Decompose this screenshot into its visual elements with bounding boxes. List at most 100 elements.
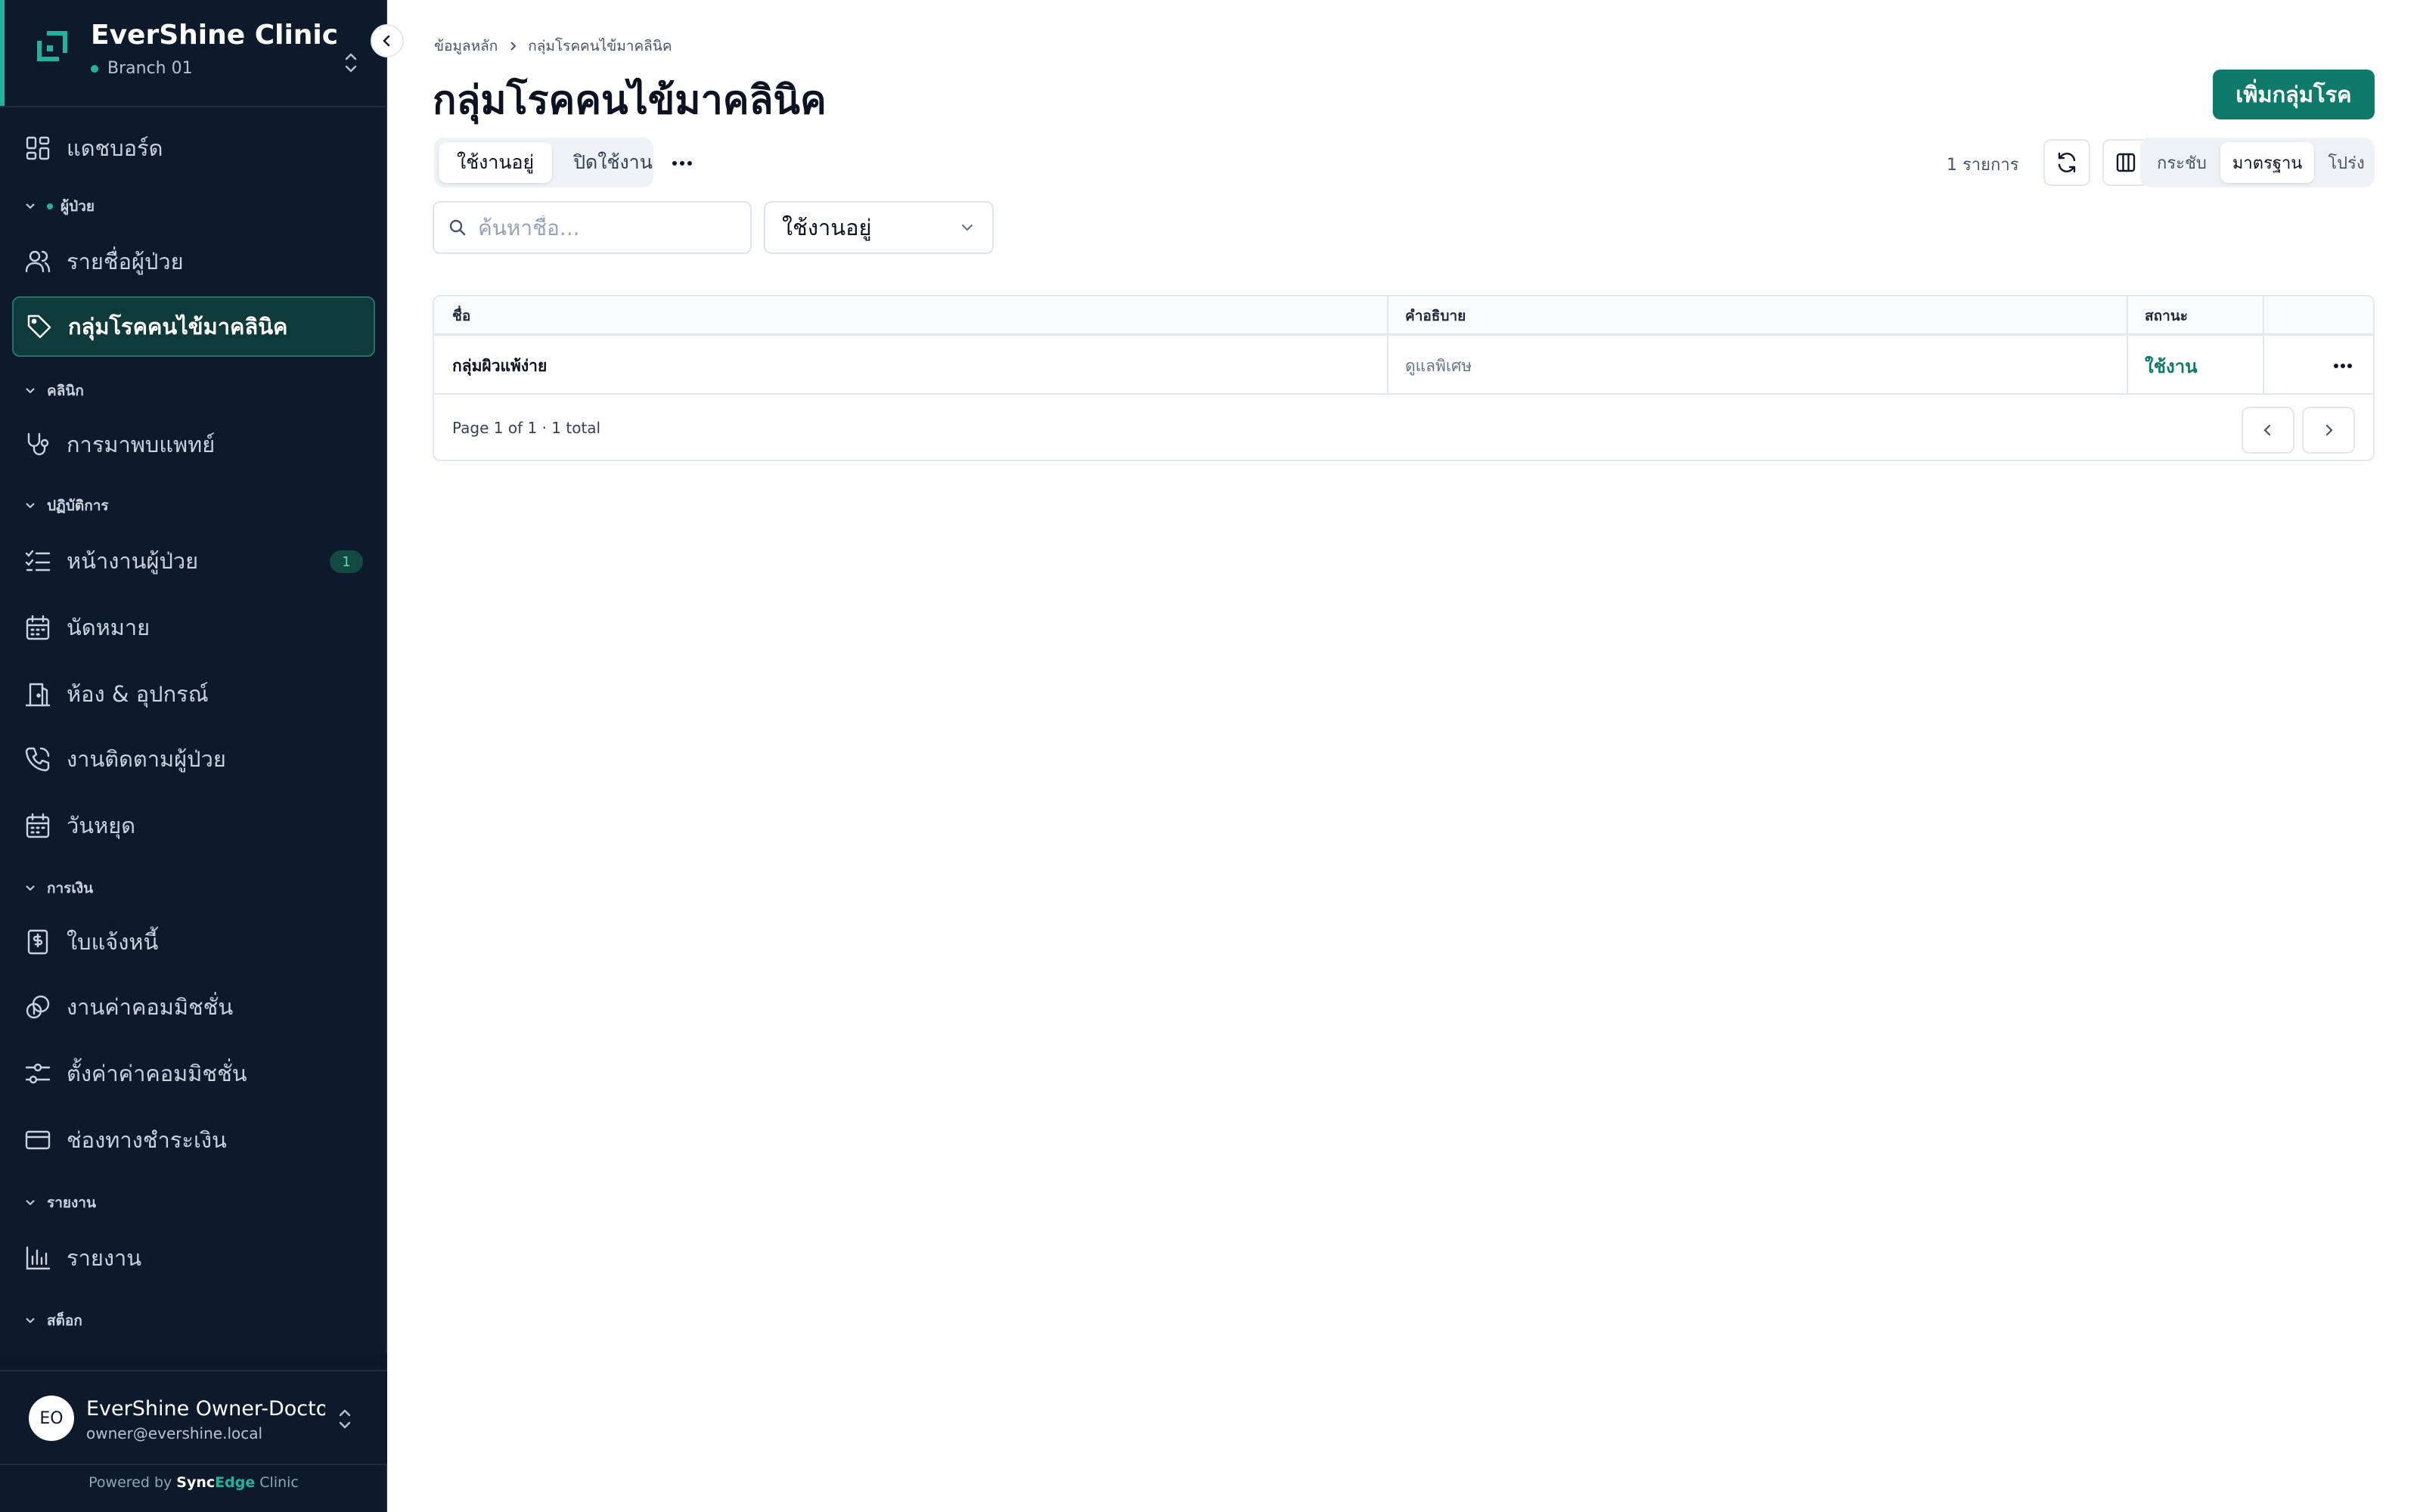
search-box [433, 201, 752, 254]
sidebar-item-dashboard[interactable]: แดชบอร์ด [12, 118, 375, 178]
search-input[interactable] [478, 215, 735, 240]
sidebar-item-label: งานติดตามผู้ป่วย [67, 746, 226, 772]
powered-by: Powered by SyncEdge Clinic [0, 1474, 387, 1491]
status-filter-select[interactable]: ใช้งานอยู่ [764, 201, 994, 254]
search-icon [449, 219, 466, 236]
section-label: ปฏิบัติการ [47, 497, 109, 514]
add-disease-group-button[interactable]: เพิ่มกลุ่มโรค [2213, 70, 2375, 119]
sidebar-item-visits[interactable]: การมาพบแพทย์ [12, 414, 375, 475]
page-info: Page 1 of 1 · 1 total [452, 419, 601, 437]
chevron-left-icon [383, 35, 390, 47]
prev-page-button[interactable] [2242, 407, 2294, 454]
status-tabs: ใช้งานอยู่ ปิดใช้งาน [434, 138, 653, 187]
row-actions-button[interactable] [2328, 354, 2358, 378]
sidebar-item-label: กลุ่มโรคคนไข้มาคลินิค [68, 314, 288, 339]
sidebar-item-patient-desk[interactable]: หน้างานผู้ป่วย 1 [12, 531, 375, 591]
dashboard-icon [26, 136, 50, 160]
section-reports[interactable]: รายงาน [24, 1191, 96, 1214]
chevrons-up-down-icon [339, 1409, 351, 1429]
sidebar-item-label: วันหยุด [67, 813, 136, 838]
section-label: คลินิก [47, 383, 84, 399]
phone-icon [25, 747, 50, 772]
section-label: ผู้ป่วย [60, 198, 95, 215]
branch-status-dot [91, 65, 98, 73]
sidebar-item-disease-groups[interactable]: กลุ่มโรคคนไข้มาคลินิค [12, 296, 375, 357]
sidebar-item-commission-settings[interactable]: ตั้งค่าค่าคอมมิชชั่น [12, 1043, 375, 1104]
ellipsis-icon [2334, 364, 2352, 368]
sidebar-item-invoices[interactable]: ใบแจ้งหนี้ [12, 912, 375, 972]
clinic-switcher[interactable]: EverShine Clinic Branch 01 [0, 0, 387, 107]
status-badge: ใช้งาน [2145, 355, 2198, 377]
column-header-description[interactable]: คำอธิบาย [1405, 296, 1466, 336]
density-standard[interactable]: มาตรฐาน [2220, 142, 2315, 183]
section-active-dot [47, 203, 53, 209]
chevron-right-icon [510, 42, 517, 51]
calendar-icon [26, 615, 50, 640]
ellipsis-icon [672, 161, 692, 166]
section-label: รายงาน [47, 1194, 96, 1211]
table-row[interactable]: กลุ่มผิวแพ้ง่าย ดูแลพิเศษ ใช้งาน [434, 337, 2373, 395]
sidebar-item-label: นัดหมาย [67, 615, 150, 640]
sidebar-item-holidays[interactable]: วันหยุด [12, 795, 375, 856]
chevron-down-icon [26, 885, 35, 891]
stethoscope-icon [27, 432, 49, 456]
sidebar-item-rooms[interactable]: ห้อง & อุปกรณ์ [12, 664, 375, 724]
page-title: กลุ่มโรคคนไข้มาคลินิค [433, 78, 827, 123]
chevron-down-icon [26, 1200, 35, 1206]
clinic-logo-icon [37, 31, 67, 61]
sidebar-item-followups[interactable]: งานติดตามผู้ป่วย [12, 729, 375, 789]
pagination: Page 1 of 1 · 1 total [434, 396, 2373, 460]
tab-active[interactable]: ใช้งานอยู่ [439, 142, 553, 183]
sidebar-item-payment-channels[interactable]: ช่องทางชำระเงิน [12, 1110, 375, 1170]
door-icon [25, 683, 51, 707]
calendar-icon [26, 813, 50, 838]
status-filter-value: ใช้งานอยู่ [782, 215, 872, 240]
users-icon [25, 250, 51, 273]
checklist-icon [25, 550, 51, 572]
user-email: owner@evershine.local [86, 1424, 263, 1442]
section-operations[interactable]: ปฏิบัติการ [24, 494, 109, 517]
chevron-down-icon [26, 203, 35, 209]
collapse-sidebar-button[interactable] [371, 24, 404, 57]
column-header-name[interactable]: ชื่อ [452, 296, 470, 336]
sidebar-item-label: แดชบอร์ด [67, 135, 163, 161]
tab-inactive[interactable]: ปิดใช้งาน [555, 142, 671, 183]
section-finance[interactable]: การเงิน [24, 877, 93, 900]
sidebar-item-label: ห้อง & อุปกรณ์ [67, 681, 209, 707]
density-comfortable[interactable]: โปร่ง [2316, 142, 2376, 183]
section-stock[interactable]: สต็อก [24, 1309, 82, 1332]
coins-icon [26, 995, 50, 1019]
sidebar-item-patients[interactable]: รายชื่อผู้ป่วย [12, 231, 375, 292]
breadcrumb-item-master-data[interactable]: ข้อมูลหลัก [434, 35, 498, 57]
clinic-name: EverShine Clinic [91, 20, 339, 51]
sidebar-item-label: ใบแจ้งหนี้ [67, 929, 159, 955]
powered-suffix: Clinic [259, 1474, 299, 1491]
sidebar-item-label: ตั้งค่าค่าคอมมิชชั่น [67, 1061, 247, 1086]
cell-name: กลุ่มผิวแพ้ง่าย [452, 356, 548, 375]
chevrons-up-down-icon [345, 53, 357, 73]
invoice-icon [27, 929, 48, 955]
column-header-status[interactable]: สถานะ [2145, 296, 2188, 336]
sliders-icon [25, 1063, 51, 1084]
section-clinic[interactable]: คลินิก [24, 380, 84, 402]
sidebar-item-commission-jobs[interactable]: งานค่าคอมมิชชั่น [12, 977, 375, 1037]
branch-name: Branch 01 [107, 59, 193, 78]
user-menu[interactable]: EO EverShine Owner-Doctor owner@evershin… [0, 1370, 387, 1465]
next-page-button[interactable] [2302, 407, 2355, 454]
section-label: สต็อก [47, 1312, 82, 1329]
cell-description: ดูแลพิเศษ [1405, 356, 1472, 375]
sidebar-item-label: หน้างานผู้ป่วย [67, 548, 199, 574]
sidebar-item-label: รายชื่อผู้ป่วย [67, 249, 184, 274]
section-label: การเงิน [47, 880, 94, 897]
refresh-button[interactable] [2043, 139, 2090, 186]
sidebar-item-appointments[interactable]: นัดหมาย [12, 597, 375, 658]
breadcrumb: ข้อมูลหลัก กลุ่มโรคคนไข้มาคลินิค [434, 35, 672, 57]
powered-sync: Sync [176, 1474, 216, 1491]
bar-chart-icon [26, 1246, 51, 1270]
section-patients[interactable]: ผู้ป่วย [24, 195, 95, 218]
more-options-button[interactable] [666, 148, 699, 178]
sidebar-item-reports[interactable]: รายงาน [12, 1228, 375, 1288]
density-compact[interactable]: กระชับ [2145, 142, 2219, 183]
avatar: EO [29, 1396, 74, 1441]
columns-icon [2116, 153, 2136, 172]
